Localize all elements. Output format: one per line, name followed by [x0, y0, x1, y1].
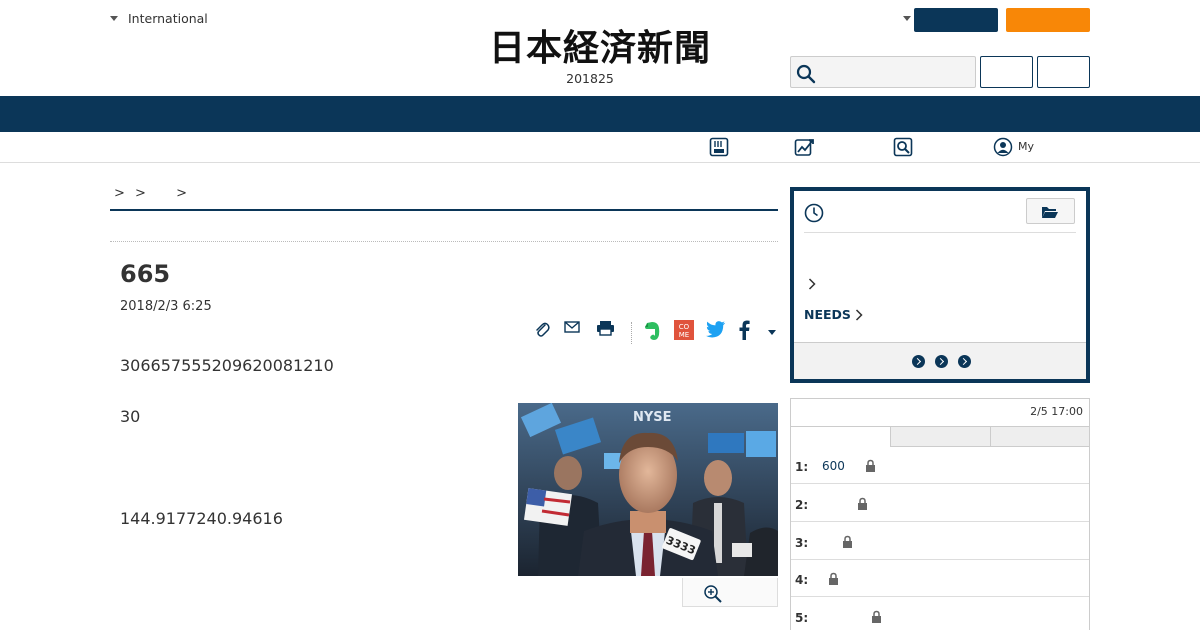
svg-text:ME: ME — [679, 331, 689, 339]
my-page-link[interactable]: My — [1018, 140, 1034, 153]
ranking-row[interactable]: 5: — [791, 597, 1089, 630]
sub-navigation: My — [0, 132, 1200, 163]
share-toolbar: CO ME — [530, 318, 780, 344]
article-date: 2018/2/3 6:25 — [120, 299, 212, 314]
ranking-number: 4: — [795, 573, 809, 587]
arrow-circle-icon[interactable] — [935, 355, 948, 368]
lock-icon — [872, 610, 881, 623]
lock-icon — [829, 572, 838, 585]
lock-icon — [866, 459, 875, 472]
evernote-icon[interactable] — [643, 320, 661, 342]
article-paragraph: 30665755520962008121​0 — [120, 356, 334, 375]
site-logo[interactable]: 日本経済新聞 — [450, 28, 750, 68]
divider — [110, 241, 778, 242]
market-chart-icon[interactable] — [794, 137, 816, 157]
svg-text:CO: CO — [679, 323, 690, 331]
search-box-icon[interactable] — [893, 137, 913, 157]
article-photo[interactable]: NYSE 3333 — [518, 403, 778, 576]
twitter-icon[interactable] — [706, 320, 726, 338]
ranking-row[interactable]: 3: — [791, 522, 1089, 560]
divider — [631, 322, 632, 344]
breadcrumb-separator: > — [114, 186, 125, 201]
breadcrumb-separator: > — [135, 186, 146, 201]
ranking-number: 1: — [795, 460, 809, 474]
subscribe-button[interactable] — [914, 8, 998, 32]
ranking-number: 2: — [795, 498, 809, 512]
login-button[interactable] — [980, 56, 1033, 88]
ranking-tab[interactable] — [791, 427, 891, 447]
ranking-number: 3: — [795, 536, 809, 550]
history-panel: NEEDS — [790, 187, 1090, 383]
edition-date: 201825 — [566, 71, 614, 86]
mail-icon[interactable] — [564, 320, 580, 334]
article-paragraph: 30 — [120, 407, 141, 426]
search-icon — [796, 64, 816, 84]
ranking-tabs — [791, 426, 1089, 447]
caret-down-icon[interactable] — [768, 330, 776, 335]
edition-label: International — [128, 11, 208, 26]
chevron-right-icon — [855, 308, 863, 321]
ranking-row[interactable]: 2: — [791, 484, 1089, 522]
main-navigation-bar[interactable] — [0, 96, 1200, 132]
needs-label: NEEDS — [804, 307, 851, 322]
user-icon[interactable] — [993, 137, 1013, 157]
arrow-circle-icon[interactable] — [958, 355, 971, 368]
zoom-photo-button[interactable] — [682, 578, 778, 607]
register-button[interactable] — [1037, 56, 1090, 88]
lock-icon — [858, 497, 867, 510]
caret-down-icon[interactable] — [903, 16, 911, 21]
edition-selector[interactable]: International — [110, 11, 208, 26]
clip-icon[interactable] — [534, 320, 550, 338]
ranking-title[interactable]: 600 — [822, 459, 845, 473]
divider — [804, 232, 1076, 233]
needs-link[interactable]: NEEDS — [804, 307, 863, 322]
ranking-panel: 2/5 17:00 1: 600 2: 3: 4: 5: — [790, 398, 1090, 630]
article-paragraph: 144.9177240.94616 — [120, 509, 283, 528]
site-header: International 日本経済新聞 201825 — [0, 0, 1200, 96]
ranking-row[interactable]: 4: — [791, 559, 1089, 597]
saved-articles-button[interactable] — [1026, 198, 1075, 224]
signup-button[interactable] — [1006, 8, 1090, 32]
breadcrumb-separator: > — [176, 186, 187, 201]
print-icon[interactable] — [596, 320, 615, 336]
ranking-tab[interactable] — [991, 427, 1089, 447]
newspaper-icon[interactable] — [709, 137, 729, 157]
ranking-row[interactable]: 1: 600 — [791, 446, 1089, 484]
breadcrumb: > > > — [110, 186, 778, 211]
comemo-icon[interactable]: CO ME — [674, 320, 694, 340]
ranking-tab[interactable] — [891, 427, 991, 447]
clock-icon — [804, 203, 824, 223]
facebook-icon[interactable] — [738, 320, 750, 340]
lock-icon — [843, 535, 852, 548]
nyse-sign: NYSE — [633, 410, 672, 425]
arrow-circle-icon[interactable] — [912, 355, 925, 368]
article-title: 665 — [120, 260, 171, 288]
zoom-in-icon — [704, 585, 722, 603]
folder-icon — [1042, 207, 1058, 218]
chevron-right-icon[interactable] — [808, 278, 816, 290]
ranking-timestamp: 2/5 17:00 — [1030, 405, 1083, 418]
caret-down-icon — [110, 16, 118, 21]
history-footer — [794, 342, 1086, 379]
search-input[interactable] — [790, 56, 976, 88]
ranking-number: 5: — [795, 611, 809, 625]
